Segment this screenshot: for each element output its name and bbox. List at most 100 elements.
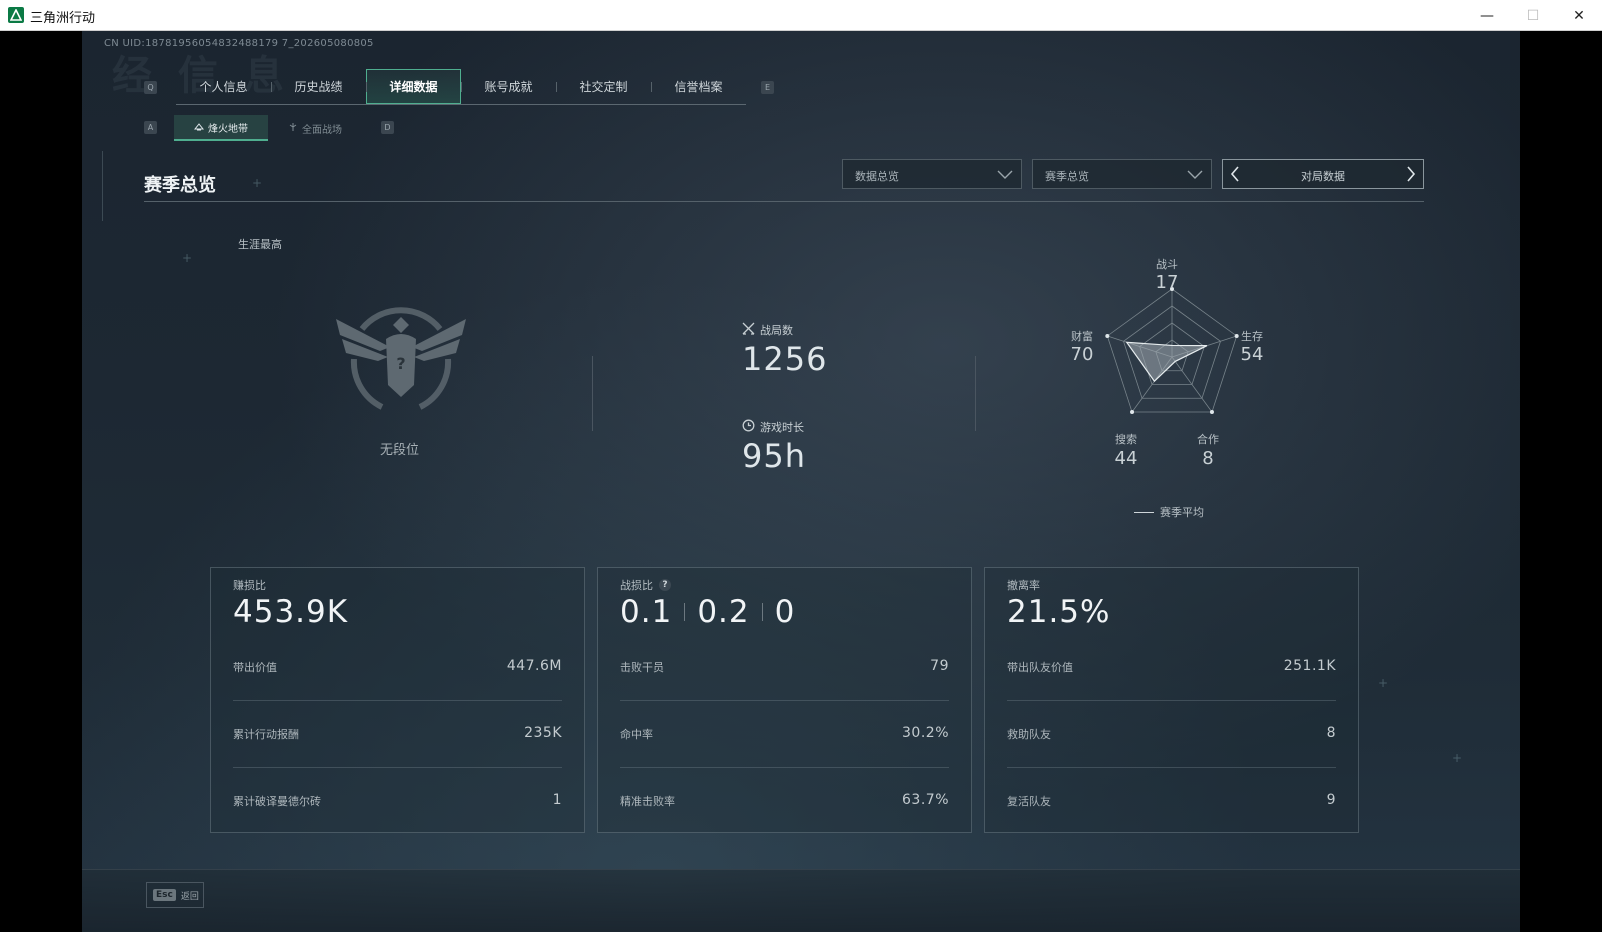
row-value: 251.1K [1283, 658, 1336, 674]
legend-swatch [1134, 511, 1154, 513]
tab-separator [651, 82, 652, 92]
radar-value-teamwork: 8 [1202, 448, 1214, 469]
row-label: 救助队友 [1007, 728, 1051, 741]
row-label: 累计破译曼德尔砖 [233, 795, 321, 808]
row-value: 63.7% [902, 792, 949, 808]
decor-cross: + [1452, 751, 1463, 765]
page-title: 赛季总览 [144, 175, 216, 196]
row-divider [1007, 767, 1336, 768]
minimize-button[interactable]: — [1464, 0, 1510, 31]
row-value: 235K [524, 725, 562, 741]
pager-label: 对局数据 [1301, 170, 1345, 183]
stat-row: 带出队友价值 251.1K [1007, 658, 1336, 679]
window-titlebar: 三角洲行动 — ☐ ✕ [0, 0, 1602, 31]
row-value: 9 [1326, 792, 1336, 808]
tab-0[interactable]: 个人信息 [176, 69, 271, 104]
playtime-stat: 游戏时长 95h [742, 419, 806, 475]
rank-name: 无段位 [380, 443, 420, 458]
chevron-right-icon[interactable] [1405, 165, 1417, 187]
game-viewport: 经 信 息 CN UID:18781956054832488179 7_2026… [82, 31, 1520, 932]
crossed-swords-icon [742, 322, 755, 338]
uid-label: CN UID:18781956054832488179 7_2026050808… [104, 38, 374, 49]
radar-axis-dot [1209, 410, 1214, 415]
tab-separator [271, 82, 272, 92]
matches-value: 1256 [742, 340, 828, 378]
row-value: 8 [1326, 725, 1336, 741]
row-label: 复活队友 [1007, 795, 1051, 808]
main-value: 21.5% [1007, 594, 1111, 630]
chevron-down-icon [997, 167, 1013, 184]
matches-stat: 战局数 1256 [742, 322, 827, 378]
row-value: 447.6M [506, 658, 562, 674]
chevron-down-icon [1187, 167, 1203, 184]
emblem-question-mark: ? [396, 354, 405, 373]
keyhint-prev-subtab: A [144, 121, 157, 134]
value-separator [684, 603, 686, 621]
radar-value-search: 44 [1114, 448, 1138, 469]
row-label: 精准击败率 [620, 795, 675, 808]
row-label: 击败干员 [620, 661, 664, 674]
data-overview-dropdown[interactable]: 数据总览 [842, 159, 1022, 189]
card-main-value: 0.1 0.2 0 [620, 594, 795, 630]
radar-axis-dot [1105, 333, 1110, 338]
decor-cross: + [1378, 676, 1389, 690]
radar-legend: 赛季平均 [1134, 504, 1204, 520]
tab-1[interactable]: 历史战绩 [271, 69, 366, 104]
stat-row: 命中率 30.2% [620, 725, 949, 746]
tab-5[interactable]: 信誉档案 [651, 69, 746, 104]
radar-value-survival: 54 [1240, 344, 1264, 365]
tab-separator [461, 82, 462, 92]
back-label: 返回 [180, 891, 199, 902]
tab-3[interactable]: 账号成就 [461, 69, 556, 104]
radar-label-survival: 生存 [1241, 330, 1263, 343]
card-title: 战损比 [620, 579, 653, 592]
radar-label-combat: 战斗 [1156, 258, 1178, 271]
stat-row: 带出价值 447.6M [233, 658, 562, 679]
playtime-value: 95h [742, 437, 806, 475]
bottom-bar: Esc 返回 [82, 869, 1520, 932]
season-overview-dropdown[interactable]: 赛季总览 [1032, 159, 1212, 189]
card-main-value: 453.9K [233, 594, 348, 630]
radar-axis-dot [1130, 410, 1135, 415]
radar-label-search: 搜索 [1115, 433, 1137, 446]
row-label: 带出队友价值 [1007, 661, 1073, 674]
stat-row: 精准击败率 63.7% [620, 792, 949, 813]
keyhint-next-subtab: D [381, 121, 394, 134]
help-icon[interactable]: ? [659, 579, 671, 591]
fire-zone-icon [193, 121, 205, 134]
decor-cross: + [182, 251, 193, 265]
legend-label: 赛季平均 [1160, 506, 1204, 519]
tab-2[interactable]: 详细数据 [366, 69, 461, 104]
app-logo-icon [8, 7, 24, 23]
radar-label-teamwork: 合作 [1197, 433, 1219, 446]
kd-ratio-card: 战损比? 0.1 0.2 0 击败干员 79 命中率 30.2% 精准击败率 63.7… [597, 567, 972, 833]
back-button[interactable]: Esc 返回 [146, 882, 204, 908]
card-title: 撤离率 [1007, 579, 1040, 592]
close-button[interactable]: ✕ [1556, 0, 1602, 31]
row-divider [1007, 700, 1336, 701]
subtab-battlefield[interactable]: 全面战场 [268, 115, 362, 141]
stat-row: 击败干员 79 [620, 658, 949, 679]
radar-label-wealth: 财富 [1071, 330, 1093, 343]
row-value: 1 [552, 792, 562, 808]
subtab-fire-zone[interactable]: 烽火地带 [174, 115, 268, 141]
keyhint-next-tab: E [761, 81, 774, 94]
row-label: 带出价值 [233, 661, 277, 674]
dropdown-label: 数据总览 [855, 170, 899, 183]
stat-row: 复活队友 9 [1007, 792, 1336, 813]
clock-icon [742, 419, 755, 435]
dropdown-label: 赛季总览 [1045, 170, 1089, 183]
row-label: 累计行动报酬 [233, 728, 299, 741]
row-label: 命中率 [620, 728, 653, 741]
tab-4[interactable]: 社交定制 [556, 69, 651, 104]
row-divider [620, 700, 949, 701]
row-value: 30.2% [902, 725, 949, 741]
card-main-value: 21.5% [1007, 594, 1110, 630]
section-divider [144, 201, 1424, 202]
rank-emblem-icon: ? [332, 289, 470, 429]
extraction-rate-card: 撤离率 21.5% 带出队友价值 251.1K 救助队友 8 复活队友 9 [984, 567, 1359, 833]
row-divider [233, 767, 562, 768]
row-value: 79 [930, 658, 949, 674]
maximize-button[interactable]: ☐ [1510, 0, 1556, 31]
decor-line [102, 151, 113, 221]
